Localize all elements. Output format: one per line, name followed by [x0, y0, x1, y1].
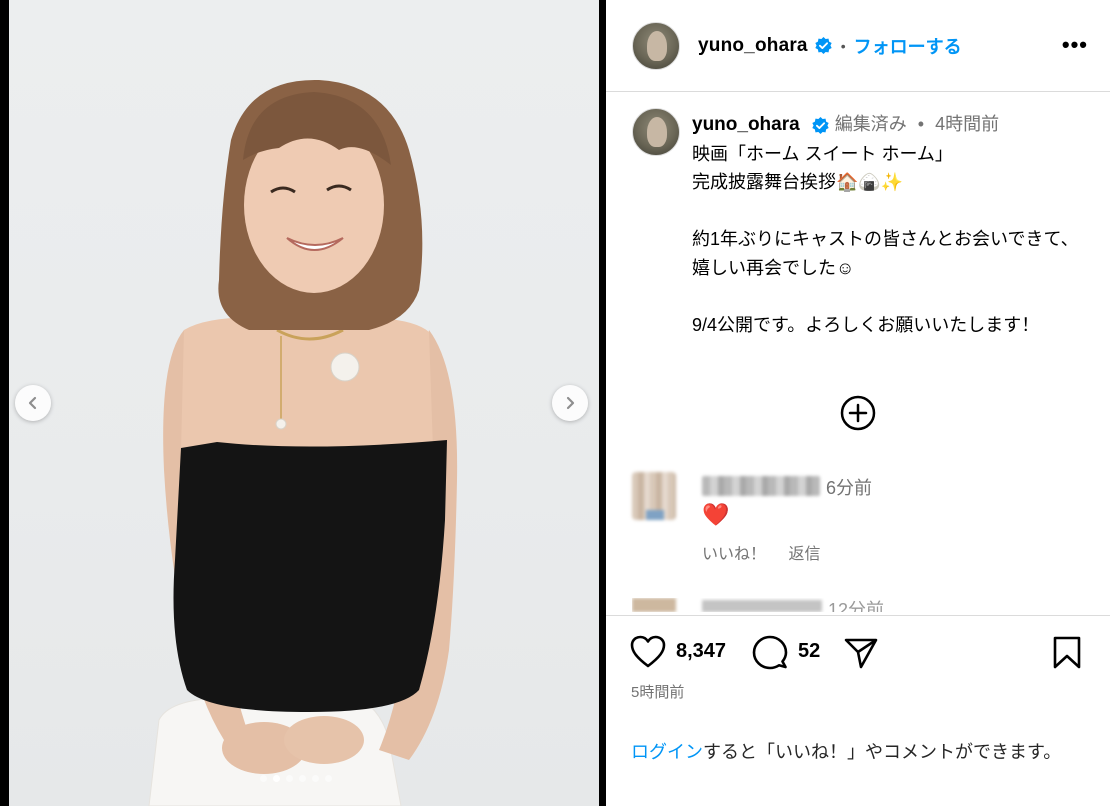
avatar[interactable] [632, 21, 680, 70]
carousel-dot [312, 775, 319, 782]
comment-actions: いいね！ 返信 [702, 540, 838, 564]
caption-line: 約1年ぶりにキャストの皆さんとお会いできて、 [692, 229, 1079, 249]
post-photo [9, 0, 599, 806]
login-prompt: ログインすると「いいね！」やコメントができます。 [631, 739, 1081, 766]
caption-body: yuno_ohara 編集済み • 4時間前 映画「ホーム スイート ホーム」 … [692, 110, 1102, 339]
chevron-right-icon [566, 396, 575, 410]
carousel-next-button[interactable] [552, 385, 588, 421]
post-header: yuno_ohara • フォローする ••• [606, 0, 1110, 92]
caption-line: 完成披露舞台挨拶🏠🍙✨ [692, 172, 904, 192]
comment-username-blurred[interactable] [702, 600, 822, 612]
verified-badge-icon [811, 116, 830, 135]
posted-time: 5時間前 [631, 684, 685, 701]
edited-label: 編集済み [834, 114, 907, 134]
comment-time: 6分前 [826, 478, 873, 498]
caption-line: 嬉しい再会でした☺︎ [692, 257, 855, 278]
chevron-left-icon [28, 396, 37, 410]
caption-line [692, 282, 1102, 311]
caption-username[interactable]: yuno_ohara [692, 114, 800, 135]
more-options-icon[interactable]: ••• [1062, 32, 1088, 58]
action-bar: 8,347 52 5時間前 ログインすると「いいね！」やコメントができます。 [606, 615, 1110, 806]
share-icon[interactable] [844, 637, 878, 669]
caption-line [692, 197, 1102, 226]
comment-item: 12分前 [632, 598, 1092, 612]
comment-username-blurred[interactable] [702, 476, 820, 496]
like-count[interactable]: 8,347 [676, 640, 726, 663]
load-more-comments-icon[interactable] [840, 395, 876, 431]
comment-time: 12分前 [828, 600, 885, 612]
comment-reply-button[interactable]: 返信 [788, 546, 820, 563]
carousel-dot [273, 775, 280, 782]
caption-line: 9/4公開です。よろしくお願いいたします！ [692, 314, 1040, 335]
comment-like-button[interactable]: いいね！ [702, 546, 766, 563]
carousel-dot [260, 775, 267, 782]
carousel-dot [299, 775, 306, 782]
comment-text: ❤️ [702, 502, 730, 527]
media-frame [0, 0, 606, 806]
follow-button[interactable]: フォローする [854, 33, 962, 59]
carousel-dot [325, 775, 332, 782]
comment-avatar[interactable] [632, 472, 676, 520]
login-link[interactable]: ログイン [631, 742, 703, 762]
comment-avatar[interactable] [632, 598, 676, 612]
caption-line: 映画「ホーム スイート ホーム」 [692, 143, 953, 164]
post-panel: yuno_ohara • フォローする ••• yuno_ohara 編集済み [606, 0, 1110, 806]
username-link[interactable]: yuno_ohara [698, 35, 808, 57]
verified-badge-icon [814, 36, 833, 55]
separator-dot: • [917, 114, 925, 134]
separator-dot: • [840, 37, 846, 54]
comment-icon[interactable] [752, 635, 788, 671]
caption-time: 4時間前 [935, 114, 1000, 134]
carousel-prev-button[interactable] [15, 385, 51, 421]
login-prompt-text: すると「いいね！」やコメントができます。 [703, 742, 1062, 762]
comment-count[interactable]: 52 [798, 640, 820, 663]
carousel-dot [286, 775, 293, 782]
carousel-dots [260, 775, 332, 782]
bookmark-icon[interactable] [1052, 636, 1082, 670]
caption-avatar[interactable] [632, 108, 680, 156]
heart-icon[interactable] [630, 635, 666, 669]
